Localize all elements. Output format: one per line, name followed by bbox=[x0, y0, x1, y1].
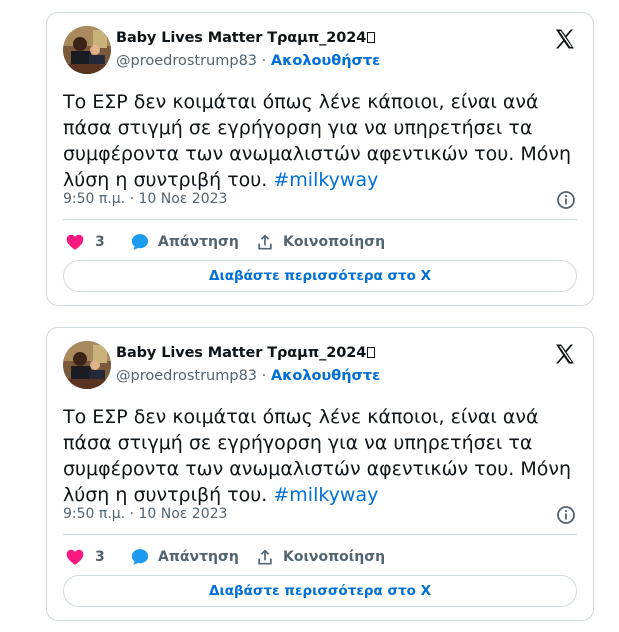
hashtag-link[interactable]: #milkyway bbox=[273, 484, 378, 506]
x-logo-icon[interactable] bbox=[553, 342, 577, 366]
tweet-time: 9:50 π.μ. bbox=[63, 191, 126, 207]
heart-icon bbox=[66, 234, 84, 250]
tweet-time: 9:50 π.μ. bbox=[63, 506, 126, 522]
like-count: 3 bbox=[95, 549, 105, 565]
share-button[interactable]: Κοινοποίηση bbox=[255, 545, 385, 569]
follow-link[interactable]: Ακολουθήστε bbox=[271, 368, 380, 384]
avatar[interactable] bbox=[63, 341, 111, 389]
share-icon bbox=[258, 549, 272, 565]
missing-glyph-icon bbox=[367, 347, 376, 358]
author-name[interactable]: Baby Lives Matter Τραμπ_2024 bbox=[116, 345, 376, 361]
like-button[interactable]: 3 bbox=[65, 545, 105, 569]
reply-bubble-icon bbox=[131, 549, 149, 565]
like-button[interactable]: 3 bbox=[65, 230, 105, 254]
share-label: Κοινοποίηση bbox=[283, 234, 386, 250]
tweet-date: 10 Νοε 2023 bbox=[138, 506, 228, 522]
author-name[interactable]: Baby Lives Matter Τραμπ_2024 bbox=[116, 30, 376, 46]
follow-link[interactable]: Ακολουθήστε bbox=[271, 53, 380, 69]
separator-dot: · bbox=[125, 506, 139, 522]
reply-bubble-icon bbox=[131, 234, 149, 250]
read-more-button[interactable]: Διαβάστε περισσότερα στο X bbox=[63, 575, 577, 607]
reply-button[interactable]: Απάντηση bbox=[130, 230, 239, 254]
separator-dot: · bbox=[125, 191, 139, 207]
share-label: Κοινοποίηση bbox=[283, 549, 386, 565]
tweet-text: Το ΕΣΡ δεν κοιμάται όπως λένε κάποιοι, ε… bbox=[63, 404, 583, 508]
info-icon[interactable] bbox=[556, 505, 576, 525]
divider bbox=[63, 219, 577, 220]
tweet-card[interactable]: Baby Lives Matter Τραμπ_2024 @proedrostr… bbox=[46, 327, 594, 621]
info-icon[interactable] bbox=[556, 190, 576, 210]
timestamp[interactable]: 9:50 π.μ. · 10 Νοε 2023 bbox=[63, 191, 227, 207]
author-handle[interactable]: @proedrostrump83 bbox=[116, 368, 257, 384]
timestamp[interactable]: 9:50 π.μ. · 10 Νοε 2023 bbox=[63, 506, 227, 522]
tweet-date: 10 Νοε 2023 bbox=[138, 191, 228, 207]
missing-glyph-icon bbox=[367, 32, 376, 43]
divider bbox=[63, 534, 577, 535]
tweet-card[interactable]: Baby Lives Matter Τραμπ_2024 @proedrostr… bbox=[46, 12, 594, 306]
read-more-button[interactable]: Διαβάστε περισσότερα στο X bbox=[63, 260, 577, 292]
like-count: 3 bbox=[95, 234, 105, 250]
author-handle[interactable]: @proedrostrump83 bbox=[116, 53, 257, 69]
separator-dot: · bbox=[261, 368, 271, 384]
x-logo-icon[interactable] bbox=[553, 27, 577, 51]
tweet-text: Το ΕΣΡ δεν κοιμάται όπως λένε κάποιοι, ε… bbox=[63, 89, 583, 193]
reply-label: Απάντηση bbox=[158, 549, 239, 565]
reply-button[interactable]: Απάντηση bbox=[130, 545, 239, 569]
separator-dot: · bbox=[261, 53, 271, 69]
share-button[interactable]: Κοινοποίηση bbox=[255, 230, 385, 254]
hashtag-link[interactable]: #milkyway bbox=[273, 169, 378, 191]
avatar[interactable] bbox=[63, 26, 111, 74]
share-icon bbox=[258, 234, 272, 250]
reply-label: Απάντηση bbox=[158, 234, 239, 250]
heart-icon bbox=[66, 549, 84, 565]
